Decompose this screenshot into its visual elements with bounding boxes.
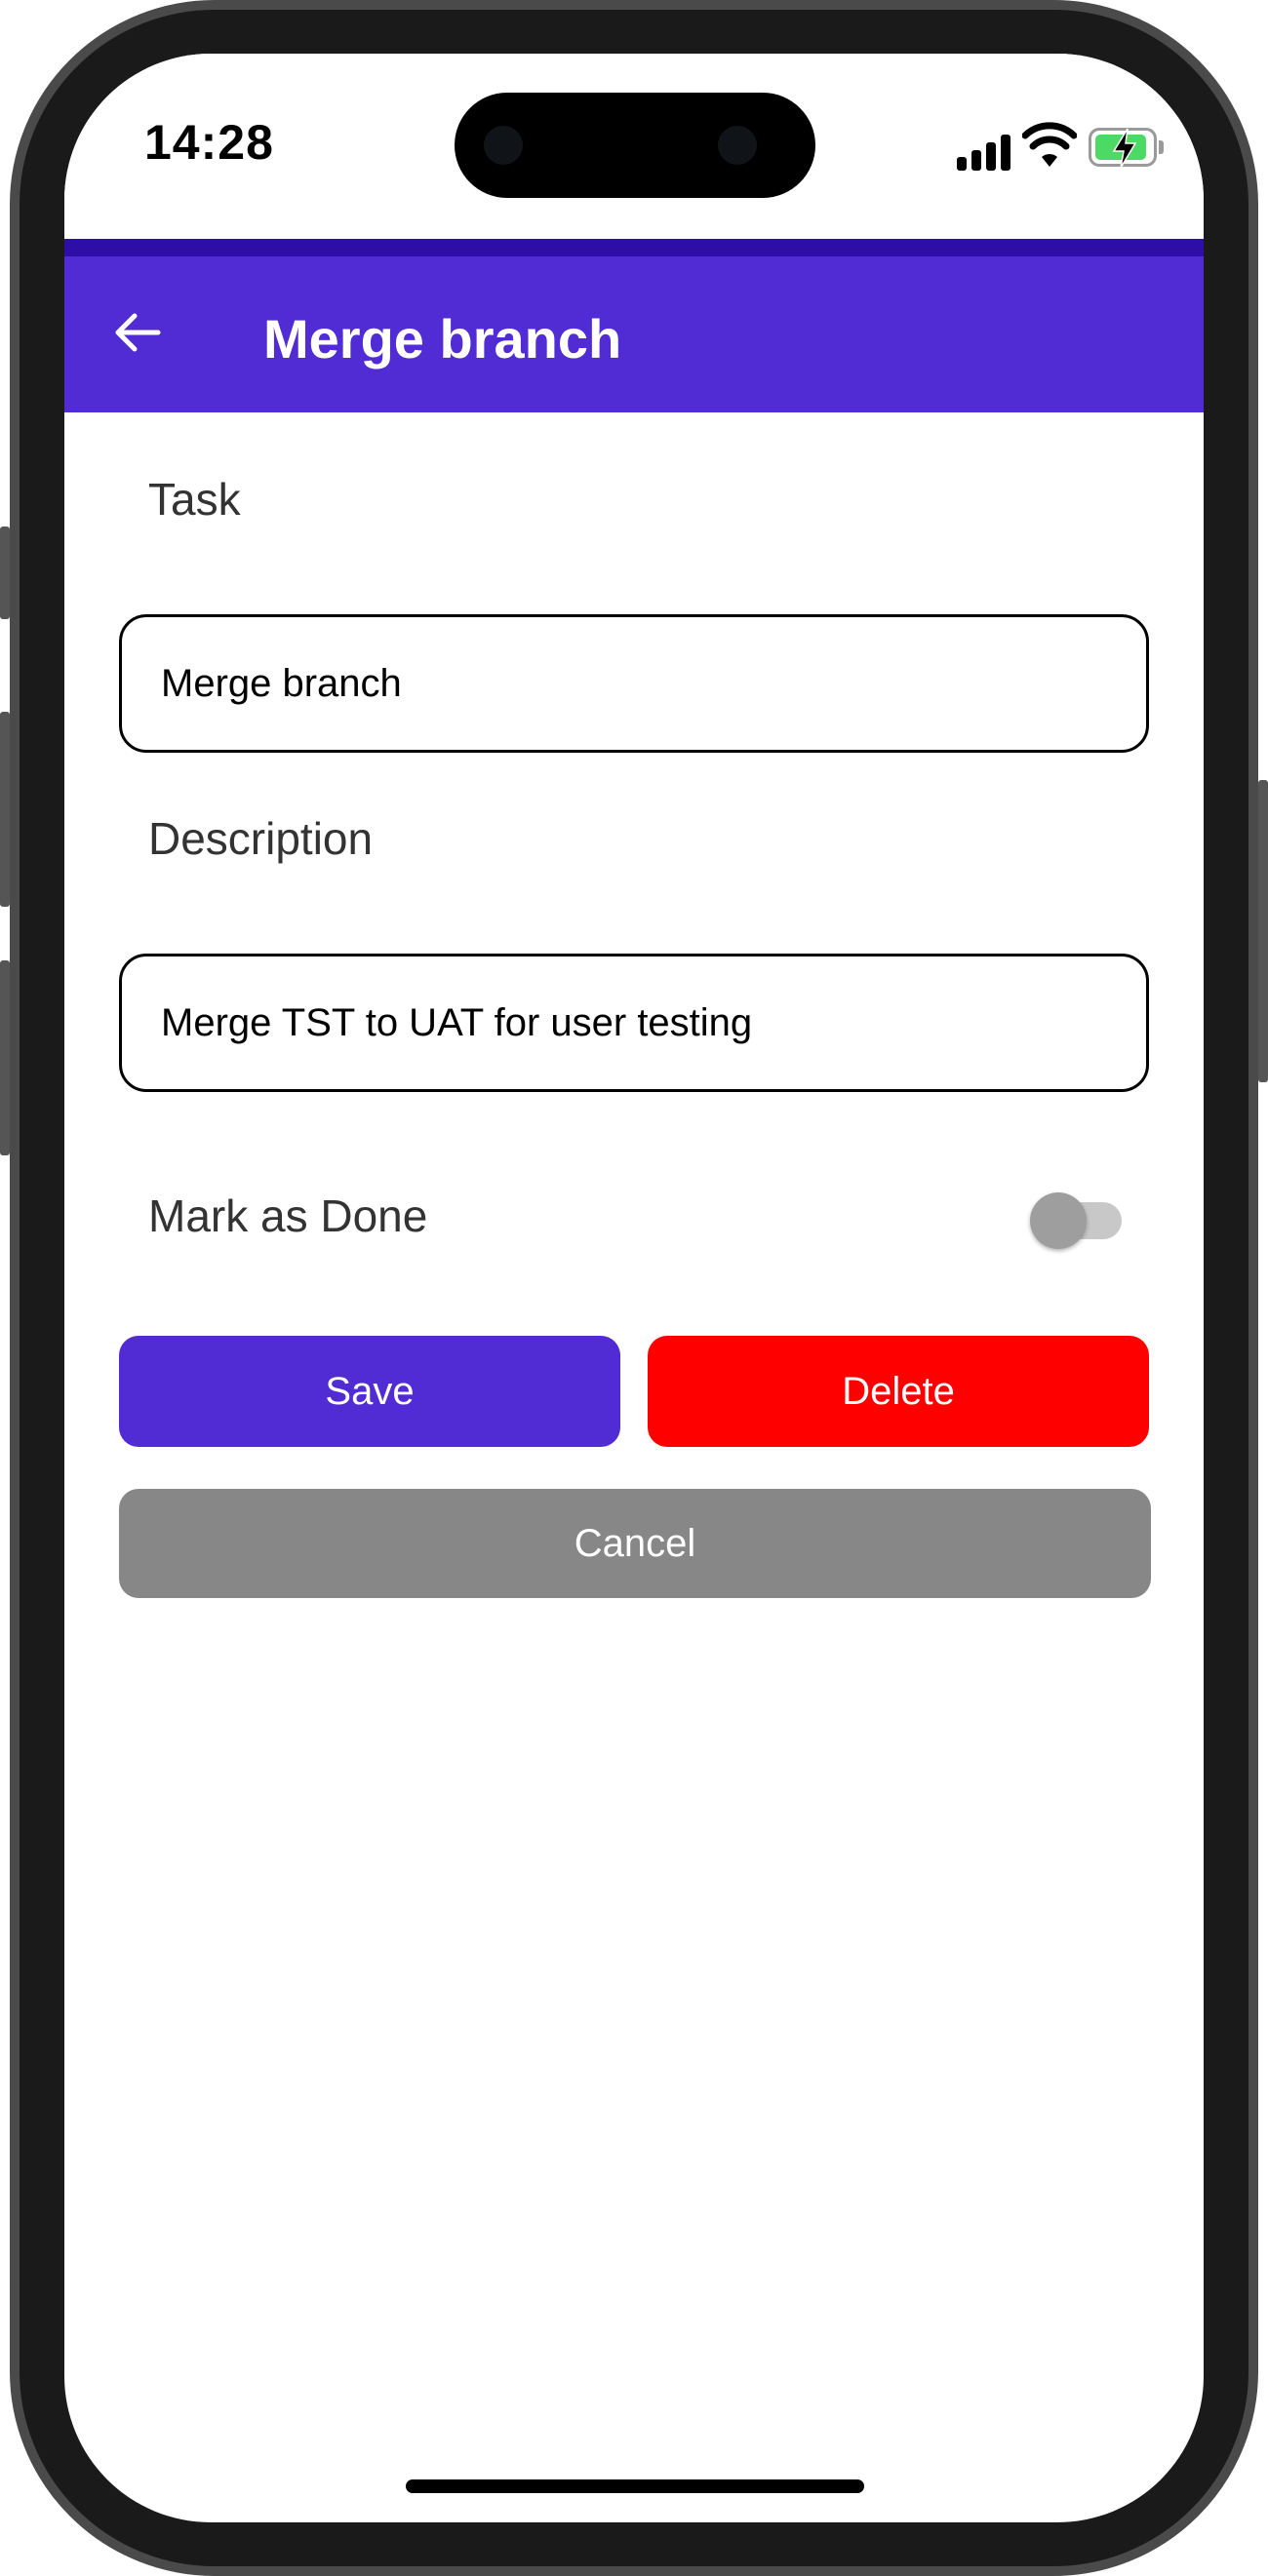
home-indicator [406, 2479, 864, 2493]
task-input[interactable]: Merge branch [119, 614, 1149, 753]
header-strip [64, 239, 1204, 256]
cellular-signal-icon [957, 134, 1013, 171]
volume-down-button [0, 960, 10, 1155]
status-bar: 14:28 [64, 54, 1204, 239]
description-input[interactable]: Merge TST to UAT for user testing [119, 954, 1149, 1092]
toggle-thumb [1030, 1192, 1087, 1249]
task-label: Task [148, 474, 241, 525]
camera-icon [484, 126, 523, 165]
delete-button-label: Delete [842, 1369, 955, 1413]
charging-bolt-icon [1112, 128, 1137, 169]
cancel-button-label: Cancel [574, 1521, 696, 1565]
save-button-label: Save [325, 1369, 415, 1413]
save-button[interactable]: Save [119, 1336, 620, 1447]
wifi-icon [1022, 122, 1077, 167]
delete-button[interactable]: Delete [648, 1336, 1149, 1447]
description-label: Description [148, 813, 374, 864]
page-title: Merge branch [263, 308, 622, 370]
task-input-value: Merge branch [161, 661, 402, 705]
volume-up-button [0, 712, 10, 907]
power-button [1258, 780, 1268, 1082]
cancel-button[interactable]: Cancel [119, 1489, 1151, 1598]
mark-done-label: Mark as Done [148, 1190, 428, 1241]
battery-icon [1089, 128, 1164, 169]
mark-done-toggle[interactable] [1030, 1185, 1122, 1249]
silent-switch [0, 527, 10, 619]
app-screen: 14:28 Merge branch Task Merge branch Des… [64, 54, 1204, 2522]
back-arrow-icon[interactable] [109, 303, 168, 362]
description-input-value: Merge TST to UAT for user testing [161, 1000, 753, 1044]
status-time: 14:28 [144, 115, 274, 170]
dynamic-island [455, 93, 815, 198]
app-bar: Merge branch [64, 256, 1204, 412]
sensor-icon [718, 126, 757, 165]
